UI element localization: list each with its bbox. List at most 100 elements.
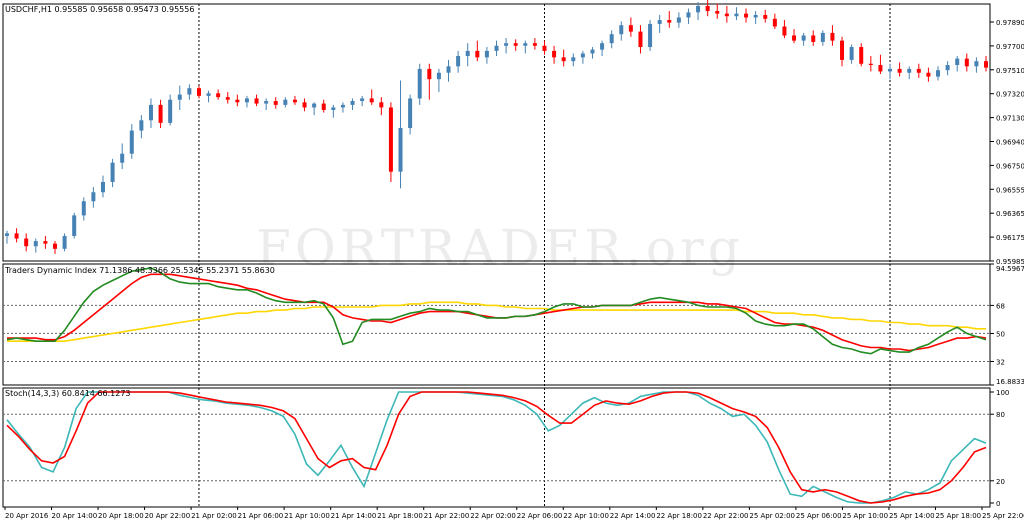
candle-body	[196, 88, 201, 96]
candle-body	[744, 13, 749, 18]
candle-body	[465, 50, 470, 57]
stoch-axis-label: 100	[996, 389, 1009, 397]
candle-body	[148, 104, 153, 121]
candle-body	[868, 63, 873, 66]
candle-body	[955, 58, 960, 66]
candle-body	[302, 102, 307, 108]
candle-body	[225, 97, 230, 100]
candle-body	[24, 238, 29, 247]
candle-body	[254, 98, 259, 104]
tdi-axis-label: 68	[996, 302, 1005, 310]
candle-body	[696, 5, 701, 13]
time-axis-label: 21 Apr 02:00	[191, 512, 237, 520]
candle-body	[888, 68, 893, 72]
candle-body	[504, 43, 509, 46]
candle-body	[801, 35, 806, 41]
candle-body	[120, 153, 125, 163]
candle-body	[129, 130, 134, 154]
candle-body	[753, 14, 758, 18]
candle-body	[244, 98, 249, 103]
time-axis-label: 22 Apr 10:00	[563, 512, 609, 520]
price-axis-label: 0.96555	[996, 186, 1024, 194]
candle-body	[292, 99, 297, 103]
time-axis-label: 25 Apr 22:00	[982, 512, 1024, 520]
time-axis-label: 25 Apr 14:00	[889, 512, 935, 520]
stoch-axis-label: 80	[996, 411, 1005, 419]
tdi-axis-label: 50	[996, 330, 1005, 338]
candle-body	[974, 61, 979, 67]
candle-body	[360, 98, 365, 102]
candle-body	[187, 88, 192, 95]
candle-body	[340, 104, 345, 108]
trading-chart[interactable]: FORTRADER.org 0.97890 0.97700 0.97510 0.973…	[0, 0, 1024, 523]
candle-body	[936, 70, 941, 77]
price-axis-label: 0.96940	[996, 139, 1024, 147]
candle-body	[427, 68, 432, 80]
candle-body	[52, 243, 57, 249]
candle-body	[513, 43, 518, 46]
candle-body	[379, 102, 384, 108]
candle-body	[878, 65, 883, 72]
candle-body	[43, 241, 48, 244]
candle-body	[648, 23, 653, 48]
candle-body	[561, 57, 566, 62]
time-axis-label: 22 Apr 18:00	[656, 512, 702, 520]
candle-body	[840, 40, 845, 60]
candle-body	[417, 68, 422, 99]
candle-body	[273, 101, 278, 105]
candle-body	[676, 17, 681, 23]
candle-body	[312, 103, 317, 108]
time-axis-label: 21 Apr 18:00	[377, 512, 423, 520]
time-axis-label: 25 Apr 02:00	[749, 512, 795, 520]
candle-body	[235, 99, 240, 103]
time-axis-label: 20 Apr 18:00	[98, 512, 144, 520]
candle-body	[667, 20, 672, 23]
candle-body	[91, 192, 96, 202]
tdi-axis-label: 16.8833	[996, 378, 1024, 386]
stoch-title: Stoch(14,3,3) 60.8414 66.1273	[5, 389, 131, 398]
candle-body	[283, 99, 288, 105]
time-axis-label: 22 Apr 22:00	[703, 512, 749, 520]
time-axis-label: 22 Apr 02:00	[470, 512, 516, 520]
price-axis-label: 0.97700	[996, 43, 1024, 51]
candle-body	[33, 241, 38, 247]
time-axis-label: 21 Apr 06:00	[238, 512, 284, 520]
candle-body	[331, 107, 336, 111]
candle-body	[552, 50, 557, 58]
candle-body	[81, 201, 86, 216]
candle-body	[14, 233, 19, 239]
candle-body	[945, 65, 950, 71]
stoch-axis-label: 0	[996, 500, 1000, 508]
candle-body	[532, 43, 537, 46]
candle-body	[590, 49, 595, 54]
candle-body	[619, 25, 624, 35]
candle-body	[408, 98, 413, 129]
candle-body	[264, 101, 269, 104]
candle-body	[369, 98, 374, 103]
candle-body	[830, 32, 835, 41]
candle-body	[964, 58, 969, 67]
price-axis-label: 0.97510	[996, 67, 1024, 75]
stoch-axis-label: 20	[996, 478, 1005, 486]
time-axis-label: 22 Apr 06:00	[517, 512, 563, 520]
candle-body	[916, 68, 921, 73]
candle-body	[446, 66, 451, 73]
price-axis-label: 0.97130	[996, 115, 1024, 123]
candle-body	[206, 93, 211, 96]
candle-body	[72, 215, 77, 236]
candle-body	[926, 72, 931, 77]
candle-body	[580, 53, 585, 58]
candle-body	[542, 45, 547, 51]
candle-body	[734, 13, 739, 17]
candle-body	[705, 5, 710, 12]
time-axis-label: 25 Apr 10:00	[842, 512, 888, 520]
tdi-axis-label: 32	[996, 358, 1005, 366]
candle-body	[388, 107, 393, 172]
candle-body	[772, 18, 777, 27]
candle-body	[350, 101, 355, 105]
price-axis-label: 0.97890	[996, 19, 1024, 27]
candle-body	[110, 162, 115, 182]
candle-body	[475, 50, 480, 58]
candle-body	[398, 128, 403, 172]
candle-body	[177, 94, 182, 100]
